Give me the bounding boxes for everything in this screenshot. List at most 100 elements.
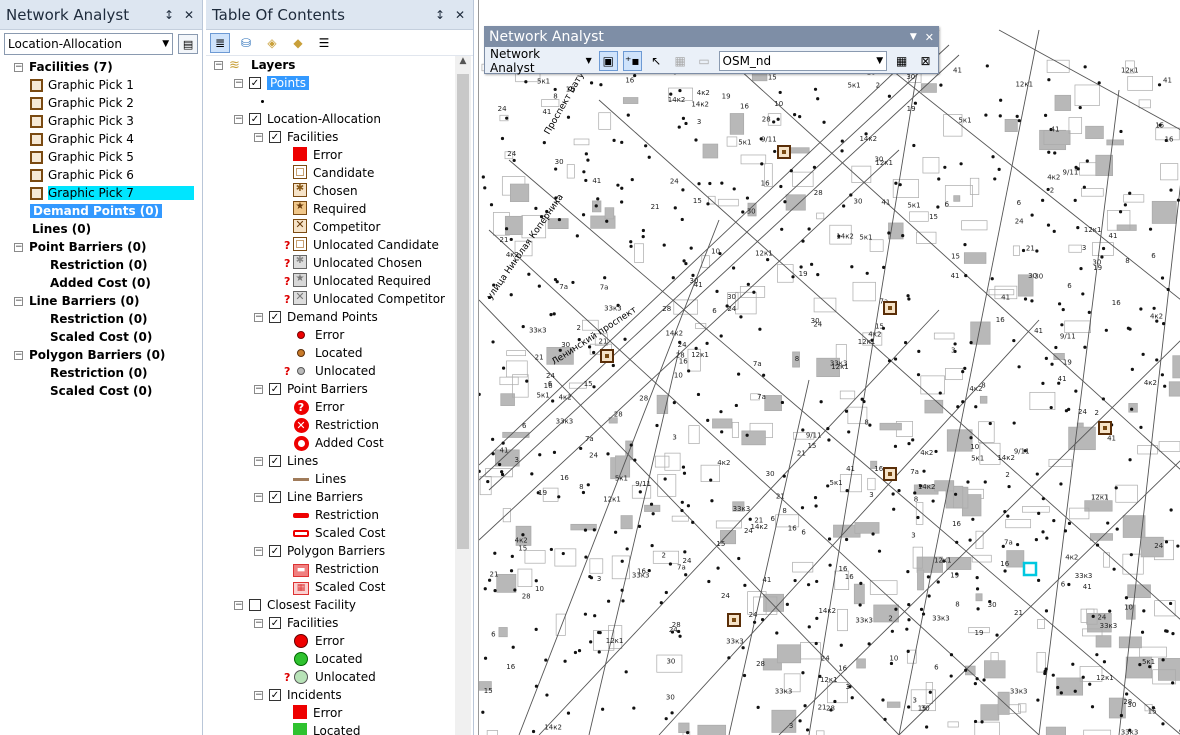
visibility-checkbox[interactable]: ✓	[249, 113, 261, 125]
na-tree-item[interactable]: Lines (0)	[32, 220, 91, 238]
na-tree-item[interactable]: Graphic Pick 2	[30, 94, 134, 112]
collapse-icon[interactable]: −	[254, 690, 263, 700]
list-by-selection-button[interactable]: ◆	[288, 33, 308, 53]
na-tree-item[interactable]: Graphic Pick 3	[30, 112, 134, 130]
na-tree-item[interactable]: Added Cost (0)	[50, 274, 151, 292]
toc-scrollbar[interactable]: ▲	[455, 56, 471, 735]
visibility-checkbox[interactable]: ✓	[269, 617, 281, 629]
toc-legend-item[interactable]: ✕ Competitor	[284, 218, 380, 236]
toc-layer-item[interactable]: − ✓ Location-Allocation	[234, 110, 381, 128]
select-move-location-button[interactable]: ↖	[647, 51, 666, 71]
toc-legend-item[interactable]: ▦ Scaled Cost	[284, 578, 385, 596]
close-icon[interactable]: ✕	[925, 31, 934, 44]
na-tree-item[interactable]: Graphic Pick 4	[30, 130, 134, 148]
properties-button[interactable]: ▤	[178, 34, 198, 54]
visibility-checkbox[interactable]: ✓	[269, 131, 281, 143]
pin-icon[interactable]: ↕	[162, 8, 176, 22]
collapse-icon[interactable]: −	[14, 350, 23, 360]
collapse-icon[interactable]: −	[234, 114, 243, 124]
toc-legend-item[interactable]: ✕ Restriction	[284, 416, 379, 434]
toc-legend-item[interactable]: ? ✕ Unlocated Competitor	[284, 290, 445, 308]
directions-button[interactable]: ▭	[695, 51, 714, 71]
toc-layer-item[interactable]: − ✓ Line Barriers	[254, 488, 363, 506]
collapse-icon[interactable]: −	[14, 296, 23, 306]
collapse-icon[interactable]: −	[234, 78, 243, 88]
na-tree-item[interactable]: Graphic Pick 1	[30, 76, 134, 94]
build-network-button[interactable]: ▦	[892, 51, 911, 71]
na-window-titlebar[interactable]: Network Analyst ↕ ✕	[0, 0, 202, 30]
collapse-icon[interactable]: −	[254, 492, 263, 502]
na-toolbar-titlebar[interactable]: Network Analyst ▼ ✕	[485, 27, 938, 47]
toc-legend-item[interactable]: Restriction	[284, 506, 379, 524]
collapse-icon[interactable]: −	[254, 312, 263, 322]
na-tree-item[interactable]: − Polygon Barriers (0)	[14, 346, 165, 364]
toc-layer-item[interactable]: − ✓ Lines	[254, 452, 318, 470]
toc-layer-item[interactable]: − Closest Facility	[234, 596, 356, 614]
visibility-checkbox[interactable]: ✓	[269, 383, 281, 395]
visibility-checkbox[interactable]: ✓	[249, 77, 261, 89]
collapse-icon[interactable]: −	[254, 618, 263, 628]
toc-layer-item[interactable]: − ✓ Facilities	[254, 614, 338, 632]
visibility-checkbox[interactable]: ✓	[269, 689, 281, 701]
toc-legend-item[interactable]: Added Cost	[284, 434, 384, 452]
visibility-checkbox[interactable]: ✓	[269, 455, 281, 467]
visibility-checkbox[interactable]: ✓	[269, 311, 281, 323]
na-tree-item[interactable]: Restriction (0)	[50, 310, 148, 328]
toc-legend-item[interactable]: ? ★ Unlocated Required	[284, 272, 431, 290]
toc-legend-item[interactable]: ✱ Chosen	[284, 182, 358, 200]
toc-legend-item[interactable]: ▬ Restriction	[284, 560, 379, 578]
scroll-thumb[interactable]	[457, 74, 469, 549]
na-tree-item[interactable]: Graphic Pick 5	[30, 148, 134, 166]
toc-legend-item[interactable]: ★ Required	[284, 200, 366, 218]
toc-legend-item[interactable]: Located	[284, 344, 362, 362]
toc-layer-item[interactable]: − ✓ Demand Points	[254, 308, 378, 326]
toc-legend-item[interactable]: ? Unlocated	[284, 668, 376, 686]
toc-layer-item[interactable]: − ✓ Point Barriers	[254, 380, 368, 398]
toc-legend-item[interactable]: Lines	[284, 470, 346, 488]
analysis-layer-select[interactable]: Location-Allocation ▼	[4, 33, 174, 55]
map-view[interactable]: 3 8 30 24 12к1 6 3 30 19 21 21 7а 2 19 16 19 2 15 12к1 41 24…	[478, 0, 1180, 735]
toc-legend-item[interactable]: Located	[284, 650, 362, 668]
collapse-icon[interactable]: −	[214, 60, 223, 70]
network-identify-button[interactable]: ⊠	[916, 51, 935, 71]
toc-legend-item[interactable]: Error	[284, 704, 342, 722]
toc-layer-item[interactable]: − ✓ Polygon Barriers	[254, 542, 385, 560]
toc-legend-item[interactable]: Scaled Cost	[284, 524, 385, 542]
toc-legend-item[interactable]: Located	[284, 722, 360, 735]
close-icon[interactable]: ✕	[453, 8, 467, 22]
toc-legend-item[interactable]: ? Unlocated Candidate	[284, 236, 439, 254]
toc-titlebar[interactable]: Table Of Contents ↕ ✕	[206, 0, 473, 30]
list-by-visibility-button[interactable]: ◈	[262, 33, 282, 53]
collapse-icon[interactable]: −	[254, 384, 263, 394]
visibility-checkbox[interactable]: ✓	[269, 545, 281, 557]
collapse-icon[interactable]: −	[254, 546, 263, 556]
toc-legend-item[interactable]: Error	[284, 632, 344, 650]
na-tree-item[interactable]: Restriction (0)	[50, 364, 148, 382]
options-button[interactable]: ☰	[314, 33, 334, 53]
solve-grid-button[interactable]: ▦	[671, 51, 690, 71]
toc-legend-item[interactable]: ? ✱ Unlocated Chosen	[284, 254, 422, 272]
list-by-drawing-order-button[interactable]: ≣	[210, 32, 230, 53]
pin-icon[interactable]: ↕	[433, 8, 447, 22]
na-tree-item[interactable]: Restriction (0)	[50, 256, 148, 274]
network-dataset-select[interactable]: OSM_nd ▼	[718, 50, 888, 71]
toc-legend-item[interactable]: ? Error	[284, 398, 344, 416]
selected-facility-marker[interactable]	[1022, 561, 1038, 577]
visibility-checkbox[interactable]	[249, 599, 261, 611]
toc-legend-item[interactable]: Error	[284, 146, 342, 164]
na-tree-item[interactable]: Scaled Cost (0)	[50, 328, 152, 346]
collapse-icon[interactable]: −	[234, 600, 243, 610]
toc-layer-item[interactable]: − ✓ Incidents	[254, 686, 342, 704]
na-tree-item[interactable]: Scaled Cost (0)	[50, 382, 152, 400]
collapse-icon[interactable]: −	[254, 132, 263, 142]
close-icon[interactable]: ✕	[182, 8, 196, 22]
collapse-icon[interactable]: −	[14, 242, 23, 252]
toc-layer-item[interactable]: − ✓ Points	[234, 74, 310, 92]
collapse-icon[interactable]: −	[254, 456, 263, 466]
toc-layer-item[interactable]	[254, 92, 276, 110]
toc-legend-item[interactable]: Candidate	[284, 164, 374, 182]
na-tree-item[interactable]: − Facilities (7)	[14, 58, 113, 76]
toc-legend-item[interactable]: ? Unlocated	[284, 362, 376, 380]
map-canvas[interactable]: 38302412к163301921217а219161921512к14124…	[479, 0, 1180, 735]
toc-legend-item[interactable]: Error	[284, 326, 344, 344]
